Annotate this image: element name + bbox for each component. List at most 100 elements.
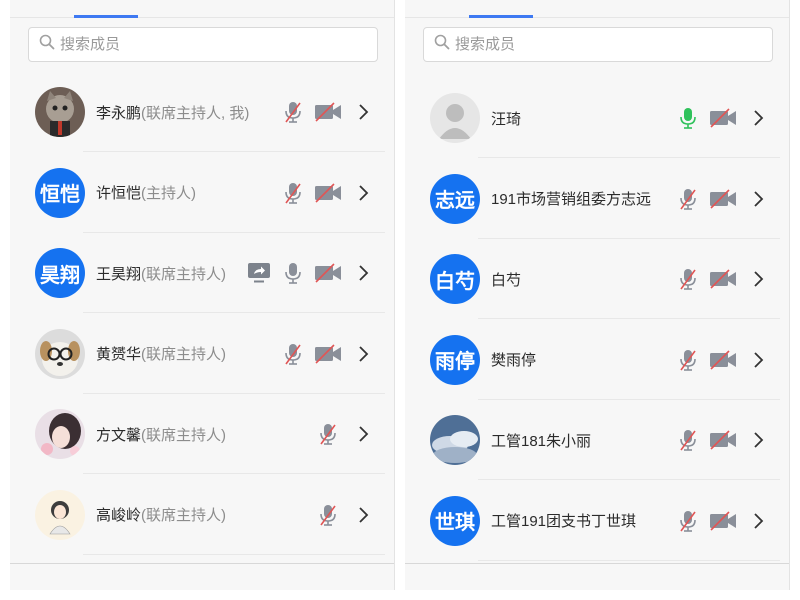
chevron-right-icon[interactable]: [355, 102, 371, 122]
member-name: 高峻岭: [96, 507, 142, 524]
microphone-muted-icon[interactable]: [677, 428, 699, 452]
member-role: (主持人): [141, 185, 197, 202]
member-name-label: 黄赟华(联席主持人): [96, 343, 226, 364]
search-input[interactable]: [60, 36, 350, 53]
member-role: (联席主持人): [141, 346, 227, 363]
member-name-label: 白芍: [491, 269, 521, 290]
member-row[interactable]: 恒恺 许恒恺(主持人): [10, 153, 395, 233]
member-row[interactable]: 黄赟华(联席主持人): [10, 314, 395, 394]
member-name-label: 高峻岭(联席主持人): [96, 504, 226, 525]
chevron-right-icon[interactable]: [355, 424, 371, 444]
member-row[interactable]: 工管181朱小丽: [405, 400, 790, 480]
member-row[interactable]: 昊翔 王昊翔(联席主持人): [10, 233, 395, 313]
search-icon: [434, 34, 455, 55]
member-name: 白芍: [491, 271, 522, 289]
header-divider: [405, 17, 789, 18]
member-name: 樊雨停: [491, 352, 537, 369]
chevron-right-icon[interactable]: [750, 269, 766, 289]
participants-panel-left: 李永鹏(联席主持人, 我)恒恺许恒恺(主持人)昊翔王昊翔(联席主持人)黄赟华(联…: [10, 0, 395, 590]
bottom-divider: [405, 563, 789, 564]
member-name: 黄赟华: [96, 346, 142, 363]
chevron-right-icon[interactable]: [750, 189, 766, 209]
member-row[interactable]: 李永鹏(联席主持人, 我): [10, 72, 395, 152]
member-name-label: 樊雨停: [491, 349, 536, 370]
camera-off-icon[interactable]: [709, 107, 737, 129]
member-role: (联席主持人): [141, 265, 227, 283]
avatar: 雨停: [430, 334, 480, 385]
chevron-right-icon[interactable]: [355, 505, 371, 525]
microphone-icon[interactable]: [677, 106, 699, 130]
microphone-muted-icon[interactable]: [677, 348, 699, 372]
member-row[interactable]: 白芍 白芍: [405, 239, 790, 319]
avatar: 世琪: [430, 495, 480, 546]
member-role: (联席主持人, 我): [141, 104, 250, 122]
member-row[interactable]: 高峻岭(联席主持人): [10, 475, 395, 555]
header-divider: [10, 17, 394, 18]
member-row[interactable]: 雨停 樊雨停: [405, 320, 790, 400]
microphone-muted-icon[interactable]: [677, 187, 699, 211]
camera-off-icon[interactable]: [314, 101, 342, 123]
active-tab-indicator: [469, 15, 533, 18]
member-row[interactable]: 汪琦: [405, 78, 790, 158]
row-divider: [478, 559, 780, 561]
row-divider: [83, 553, 385, 555]
avatar: [35, 87, 85, 137]
bottom-divider: [10, 563, 394, 564]
microphone-icon[interactable]: [282, 261, 304, 285]
microphone-muted-icon[interactable]: [317, 422, 339, 446]
chevron-right-icon[interactable]: [750, 430, 766, 450]
search-input[interactable]: [455, 36, 745, 53]
member-row[interactable]: 方文馨(联席主持人): [10, 394, 395, 474]
camera-off-icon[interactable]: [709, 268, 737, 290]
member-role: (联席主持人): [141, 426, 227, 444]
member-search-box[interactable]: [423, 27, 773, 62]
microphone-muted-icon[interactable]: [282, 342, 304, 366]
microphone-muted-icon[interactable]: [677, 509, 699, 533]
member-name: 王昊翔: [96, 265, 142, 283]
member-name-label: 方文馨(联席主持人): [96, 424, 226, 445]
active-tab-indicator: [74, 15, 138, 18]
member-name-label: 王昊翔(联席主持人): [96, 263, 226, 284]
member-name: 许恒恺: [96, 185, 142, 202]
member-name-label: 汪琦: [491, 108, 521, 129]
avatar: [430, 93, 480, 143]
camera-off-icon[interactable]: [709, 510, 737, 532]
chevron-right-icon[interactable]: [355, 344, 371, 364]
chevron-right-icon[interactable]: [750, 511, 766, 531]
participants-panel-right: 汪琦志远 191市场营销组委方志远白芍白芍雨停樊雨停工管181朱小丽世琪工管191…: [405, 0, 790, 590]
search-icon: [39, 34, 60, 55]
avatar: 白芍: [430, 254, 480, 304]
chevron-right-icon[interactable]: [750, 108, 766, 128]
member-name: 方文馨: [96, 426, 142, 444]
member-role: (联席主持人): [141, 507, 227, 524]
camera-off-icon[interactable]: [314, 182, 342, 204]
camera-off-icon[interactable]: [709, 188, 737, 210]
member-name: 工管181朱小丽: [491, 432, 592, 450]
microphone-muted-icon[interactable]: [282, 100, 304, 124]
screen-share-icon[interactable]: [246, 261, 272, 285]
avatar: 昊翔: [35, 248, 85, 298]
chevron-right-icon[interactable]: [355, 183, 371, 203]
member-name-label: 李永鹏(联席主持人, 我): [96, 102, 249, 123]
camera-off-icon[interactable]: [314, 343, 342, 365]
member-name: 工管191团支书丁世琪: [491, 513, 637, 530]
member-search-box[interactable]: [28, 27, 378, 62]
chevron-right-icon[interactable]: [355, 263, 371, 283]
member-name-label: 许恒恺(主持人): [96, 182, 196, 203]
chevron-right-icon[interactable]: [750, 350, 766, 370]
member-name: 汪琦: [491, 110, 522, 128]
camera-off-icon[interactable]: [709, 349, 737, 371]
member-name-label: 工管181朱小丽: [491, 430, 591, 451]
microphone-muted-icon[interactable]: [677, 267, 699, 291]
member-name-label: 工管191团支书丁世琪: [491, 510, 636, 531]
camera-off-icon[interactable]: [709, 429, 737, 451]
microphone-muted-icon[interactable]: [317, 503, 339, 527]
member-name: 191市场营销组委方志远: [491, 191, 652, 208]
avatar: [35, 409, 85, 459]
avatar: [430, 415, 480, 465]
member-row[interactable]: 世琪 工管191团支书丁世琪: [405, 481, 790, 561]
microphone-muted-icon[interactable]: [282, 181, 304, 205]
camera-off-icon[interactable]: [314, 262, 342, 284]
avatar: 恒恺: [35, 167, 85, 218]
member-row[interactable]: 志远 191市场营销组委方志远: [405, 159, 790, 239]
